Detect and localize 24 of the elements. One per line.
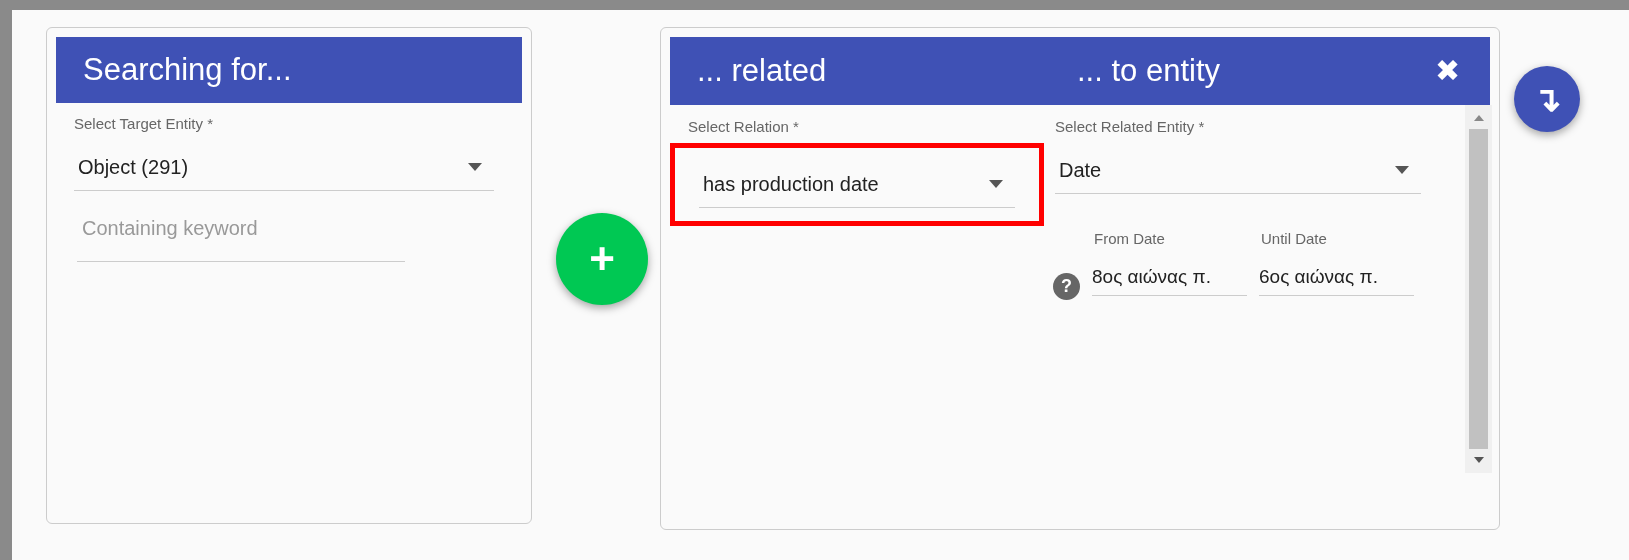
help-icon[interactable]: ?	[1053, 273, 1080, 300]
scrollbar[interactable]	[1465, 105, 1492, 473]
scrollbar-thumb[interactable]	[1469, 129, 1488, 449]
field-label: Select Related Entity *	[1055, 117, 1206, 137]
scroll-up-icon[interactable]	[1473, 115, 1484, 121]
date-field[interactable]: 6ος αιώνας π.	[1259, 262, 1414, 296]
card-title: ... related	[697, 51, 828, 90]
keyword-field[interactable]: Containing keyword	[77, 213, 405, 262]
scroll-down-icon[interactable]	[1473, 457, 1484, 463]
date-field[interactable]: 8ος αιώνας π.	[1092, 262, 1247, 296]
collapse-button[interactable]: ↴	[1514, 66, 1580, 132]
caret-icon	[468, 163, 482, 171]
field-label: Select Relation *	[688, 117, 800, 137]
related-entity-select[interactable]: Date	[1055, 155, 1421, 194]
target-entity-select[interactable]: Object (291)	[74, 152, 494, 191]
field-label: Select Target Entity *	[74, 114, 214, 134]
card-title: ... to entity	[1077, 51, 1220, 90]
caret-icon	[1395, 166, 1409, 174]
field-label: Until Date	[1260, 229, 1328, 249]
close-button[interactable]: ✖	[1435, 56, 1460, 86]
caret-icon	[989, 180, 1003, 188]
field-label: From Date	[1093, 229, 1166, 249]
card-title: Searching for...	[83, 50, 292, 89]
relation-select[interactable]: has production date	[699, 169, 1015, 208]
